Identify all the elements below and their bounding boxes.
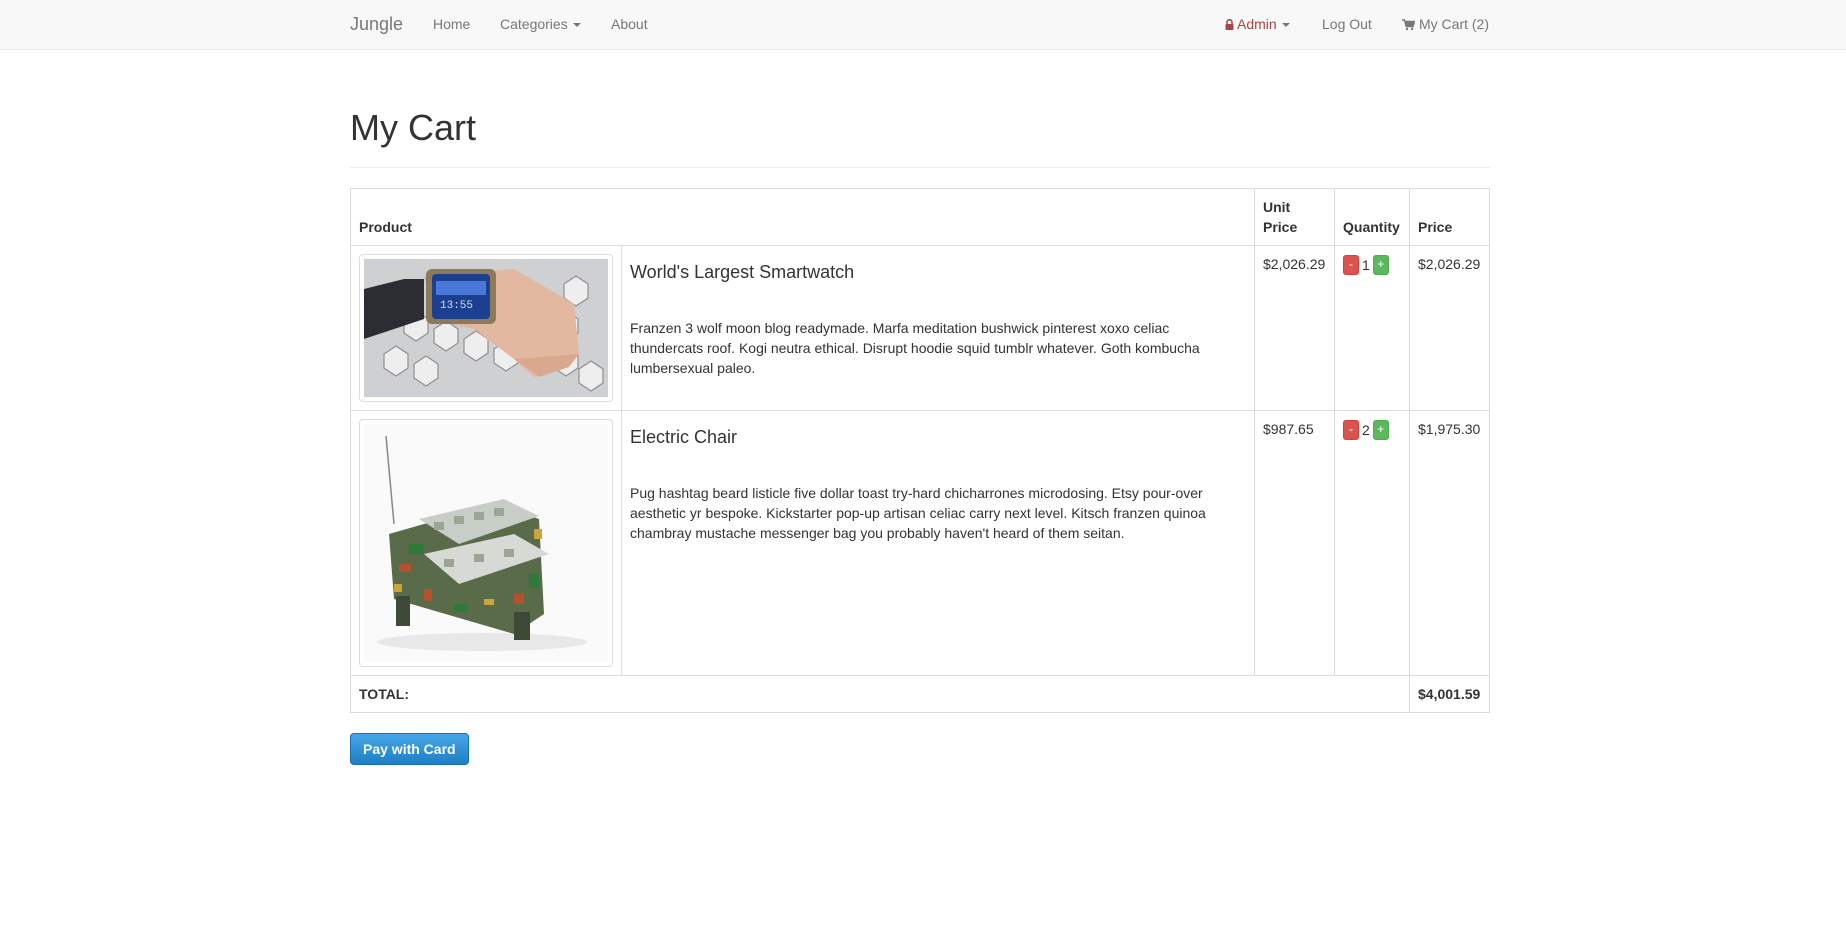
total-row: TOTAL: $4,001.59 (350, 675, 1490, 713)
smartwatch-photo: 13:55 (364, 259, 608, 397)
header-price: Price (1409, 188, 1490, 246)
quantity-cell: -1 + (1334, 245, 1410, 411)
nav-my-cart-label: My Cart (2) (1419, 16, 1489, 32)
electric-chair-photo (364, 424, 608, 662)
total-value: $4,001.59 (1409, 675, 1490, 713)
increase-quantity-button[interactable]: + (1372, 255, 1389, 276)
product-name[interactable]: World's Largest Smartwatch (630, 262, 1246, 282)
nav-admin-label: Admin (1237, 16, 1277, 32)
page-header-divider (350, 167, 1490, 168)
electric-chair-image[interactable] (359, 419, 613, 667)
product-description: Pug hashtag beard listicle five dollar t… (630, 485, 1206, 541)
chevron-down-icon (572, 23, 581, 28)
cart-table: Product Unit Price Quantity Price 13:55 … (350, 188, 1490, 713)
table-row: 13:55 World's Largest Smartwatch Franzen… (350, 245, 1490, 411)
price-cell: $1,975.30 (1409, 410, 1490, 676)
decrease-quantity-button[interactable]: - (1343, 255, 1359, 276)
price-cell: $2,026.29 (1409, 245, 1490, 411)
total-label: TOTAL: (350, 675, 1410, 713)
shopping-cart-icon (1402, 19, 1415, 31)
nav-logout[interactable]: Log Out (1322, 0, 1372, 49)
increase-quantity-button[interactable]: + (1372, 420, 1389, 441)
nav-admin-dropdown[interactable]: Admin (1225, 0, 1290, 49)
svg-text:13:55: 13:55 (440, 300, 473, 312)
product-details-cell: Electric Chair Pug hashtag beard listicl… (621, 410, 1255, 676)
table-row: Electric Chair Pug hashtag beard listicl… (350, 410, 1490, 676)
product-name[interactable]: Electric Chair (630, 427, 1246, 447)
product-image-cell (350, 410, 622, 676)
navbar: Jungle Home Categories About Admin Log O… (0, 0, 1846, 50)
unit-price-cell: $987.65 (1254, 410, 1335, 676)
product-image-cell: 13:55 (350, 245, 622, 411)
smartwatch-image[interactable]: 13:55 (359, 254, 613, 402)
product-description: Franzen 3 wolf moon blog readymade. Marf… (630, 320, 1200, 376)
nav-my-cart[interactable]: My Cart (2) (1402, 0, 1489, 49)
unit-price-cell: $2,026.29 (1254, 245, 1335, 411)
chevron-down-icon (1281, 23, 1290, 28)
pay-with-card-button[interactable]: Pay with Card (350, 733, 469, 765)
quantity-cell: -2 + (1334, 410, 1410, 676)
quantity-value: 2 (1362, 422, 1370, 439)
header-quantity: Quantity (1334, 188, 1410, 246)
quantity-value: 1 (1362, 257, 1370, 274)
lock-icon (1225, 19, 1234, 30)
header-product: Product (350, 188, 1255, 246)
nav-home[interactable]: Home (433, 0, 470, 49)
nav-about[interactable]: About (611, 0, 648, 49)
nav-categories-dropdown[interactable]: Categories (500, 0, 581, 49)
nav-categories-label: Categories (500, 16, 568, 32)
header-unit-price: Unit Price (1254, 188, 1335, 246)
page-title: My Cart (350, 107, 476, 148)
decrease-quantity-button[interactable]: - (1343, 420, 1359, 441)
product-details-cell: World's Largest Smartwatch Franzen 3 wol… (621, 245, 1255, 411)
table-header-row: Product Unit Price Quantity Price (350, 188, 1490, 246)
brand-link[interactable]: Jungle (350, 0, 403, 49)
